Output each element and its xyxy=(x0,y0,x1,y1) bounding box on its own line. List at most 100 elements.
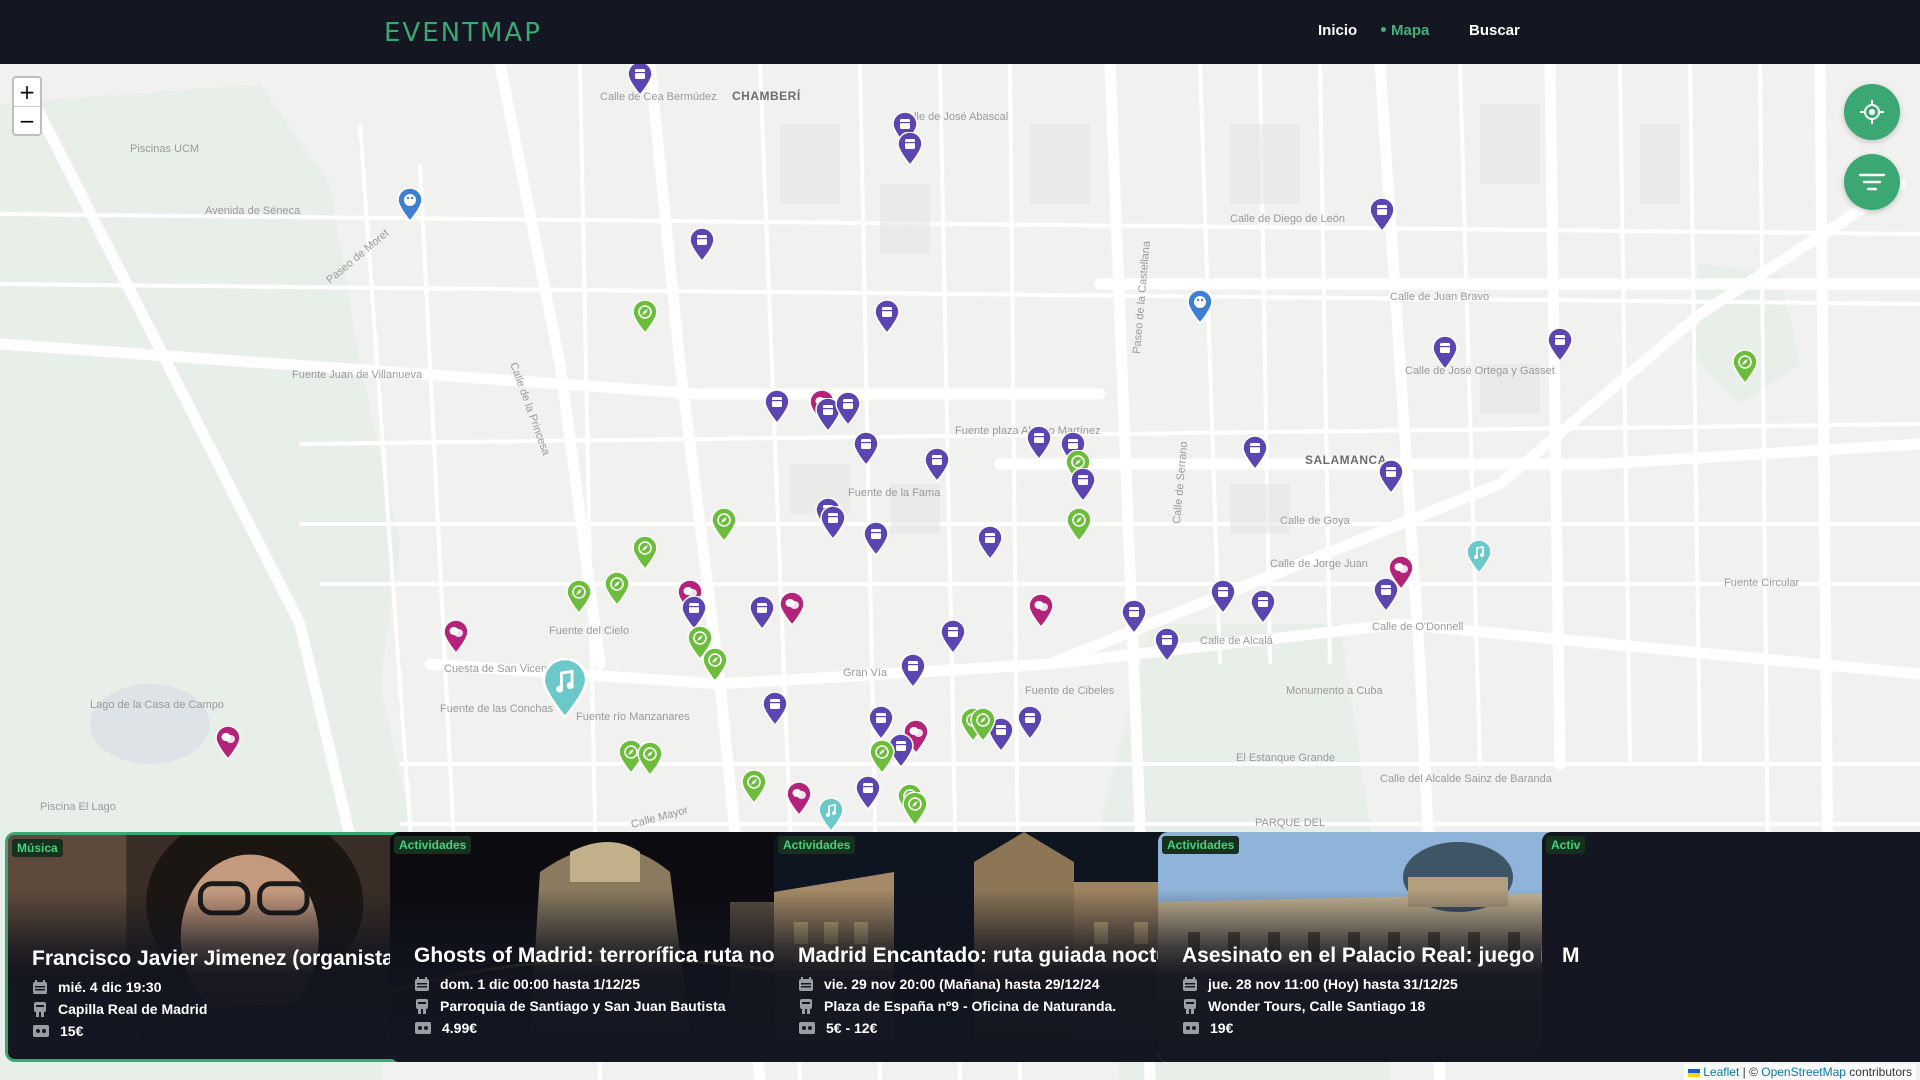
label-seneca: Avenida de Séneca xyxy=(205,205,301,217)
card-title[interactable]: M xyxy=(1562,944,1920,968)
zoom-out-button[interactable]: − xyxy=(14,106,40,134)
event-marker[interactable] xyxy=(977,525,1003,561)
event-marker[interactable] xyxy=(1154,627,1180,663)
card-price: 5€ - 12€ xyxy=(798,1019,877,1037)
card-place: Wonder Tours, Calle Santiago 18 xyxy=(1182,997,1425,1015)
event-marker[interactable] xyxy=(1017,705,1043,741)
zoom-in-button[interactable]: + xyxy=(14,78,40,106)
event-marker[interactable] xyxy=(741,769,767,805)
card-place: Parroquia de Santiago y San Juan Bautist… xyxy=(414,997,726,1015)
event-marker[interactable] xyxy=(764,389,790,425)
event-marker[interactable] xyxy=(1210,579,1236,615)
nav-inicio[interactable]: Inicio xyxy=(1318,22,1357,44)
event-marker[interactable] xyxy=(1378,459,1404,495)
event-marker[interactable] xyxy=(215,725,241,761)
event-marker[interactable] xyxy=(1242,435,1268,471)
event-marker[interactable] xyxy=(1250,589,1276,625)
card-price: 4.99€ xyxy=(414,1019,477,1037)
event-marker[interactable] xyxy=(1026,425,1052,461)
event-marker[interactable] xyxy=(1547,327,1573,363)
map-pin-icon xyxy=(1250,589,1276,625)
event-marker[interactable] xyxy=(1732,349,1758,385)
nav-mapa-label: Mapa xyxy=(1391,22,1430,39)
map-pin-icon xyxy=(902,791,928,827)
event-marker[interactable] xyxy=(1070,467,1096,503)
event-marker[interactable] xyxy=(637,741,663,777)
card-price-text: 15€ xyxy=(60,1023,84,1039)
label-serrano: Calle de Serrano xyxy=(1171,441,1190,524)
event-marker[interactable] xyxy=(940,619,966,655)
event-card[interactable]: Activ M xyxy=(1542,832,1920,1062)
event-marker[interactable] xyxy=(835,391,861,427)
event-marker[interactable] xyxy=(818,797,844,833)
map-pin-icon xyxy=(215,725,241,761)
ticket-icon xyxy=(1183,1022,1199,1034)
app-logo[interactable]: EVENTMAP xyxy=(384,18,542,48)
event-marker[interactable] xyxy=(711,507,737,543)
event-marker[interactable] xyxy=(897,131,923,167)
event-marker[interactable] xyxy=(970,707,996,743)
event-marker[interactable] xyxy=(853,431,879,467)
osm-link[interactable]: OpenStreetMap xyxy=(1761,1065,1846,1079)
calendar-icon xyxy=(757,603,767,613)
event-marker[interactable] xyxy=(542,657,588,720)
event-marker[interactable] xyxy=(900,653,926,689)
event-marker[interactable] xyxy=(749,595,775,631)
event-marker[interactable] xyxy=(779,591,805,627)
event-marker[interactable] xyxy=(1066,507,1092,543)
event-marker[interactable] xyxy=(1466,539,1492,575)
card-date-text: dom. 1 dic 00:00 hasta 1/12/25 xyxy=(440,976,640,992)
event-marker[interactable] xyxy=(1369,197,1395,233)
label-mayor: Calle Mayor xyxy=(630,804,690,831)
event-marker[interactable] xyxy=(681,595,707,631)
calendar-icon xyxy=(1250,443,1260,453)
event-marker[interactable] xyxy=(702,647,728,683)
label-chamberi: CHAMBERÍ xyxy=(732,88,801,103)
event-marker[interactable] xyxy=(1121,599,1147,635)
locate-button[interactable] xyxy=(1844,84,1900,140)
nav-buscar[interactable]: Buscar xyxy=(1469,22,1520,44)
event-marker[interactable] xyxy=(863,521,889,557)
event-marker[interactable] xyxy=(689,227,715,263)
calendar-icon xyxy=(772,397,782,407)
label-cea: Calle de Cea Bermúdez xyxy=(600,91,717,103)
event-marker[interactable] xyxy=(820,505,846,541)
card-title[interactable]: Madrid Encantado: ruta guiada nocturna .… xyxy=(798,944,1210,968)
filter-button[interactable] xyxy=(1844,154,1900,210)
event-marker[interactable] xyxy=(566,579,592,615)
card-price: 19€ xyxy=(1182,1019,1233,1037)
calendar-icon xyxy=(948,627,958,637)
label-manzanares: Fuente río Manzanares xyxy=(576,711,690,723)
event-marker[interactable] xyxy=(902,791,928,827)
event-marker[interactable] xyxy=(604,571,630,607)
building-icon xyxy=(34,1002,46,1017)
ticket-icon xyxy=(415,1022,431,1034)
event-marker[interactable] xyxy=(869,739,895,775)
event-marker[interactable] xyxy=(443,619,469,655)
event-marker[interactable] xyxy=(1187,289,1213,325)
map-pin-icon xyxy=(924,447,950,483)
event-marker[interactable] xyxy=(874,299,900,335)
label-odonnell: Calle de O'Donnell xyxy=(1372,621,1463,633)
event-marker[interactable] xyxy=(1028,593,1054,629)
event-marker[interactable] xyxy=(924,447,950,483)
attribution-sep: | © xyxy=(1739,1065,1762,1079)
card-title[interactable]: Francisco Javier Jimenez (organista) y J… xyxy=(32,947,444,971)
calendar-icon xyxy=(896,741,906,751)
card-title[interactable]: Ghosts of Madrid: terrorífica ruta noctu… xyxy=(414,944,826,968)
leaflet-link[interactable]: Leaflet xyxy=(1703,1065,1739,1079)
event-marker[interactable] xyxy=(855,775,881,811)
calendar-icon xyxy=(1025,713,1035,723)
event-marker[interactable] xyxy=(762,691,788,727)
calendar-icon xyxy=(1555,335,1565,345)
event-marker[interactable] xyxy=(632,535,658,571)
event-marker[interactable] xyxy=(1373,577,1399,613)
event-marker[interactable] xyxy=(627,64,653,97)
event-marker[interactable] xyxy=(1432,335,1458,371)
card-title[interactable]: Asesinato en el Palacio Real: juego inte… xyxy=(1182,944,1594,968)
calendar-icon xyxy=(770,699,780,709)
event-marker[interactable] xyxy=(786,781,812,817)
nav-mapa[interactable]: Mapa xyxy=(1381,22,1429,44)
event-marker[interactable] xyxy=(397,187,423,223)
event-marker[interactable] xyxy=(632,299,658,335)
